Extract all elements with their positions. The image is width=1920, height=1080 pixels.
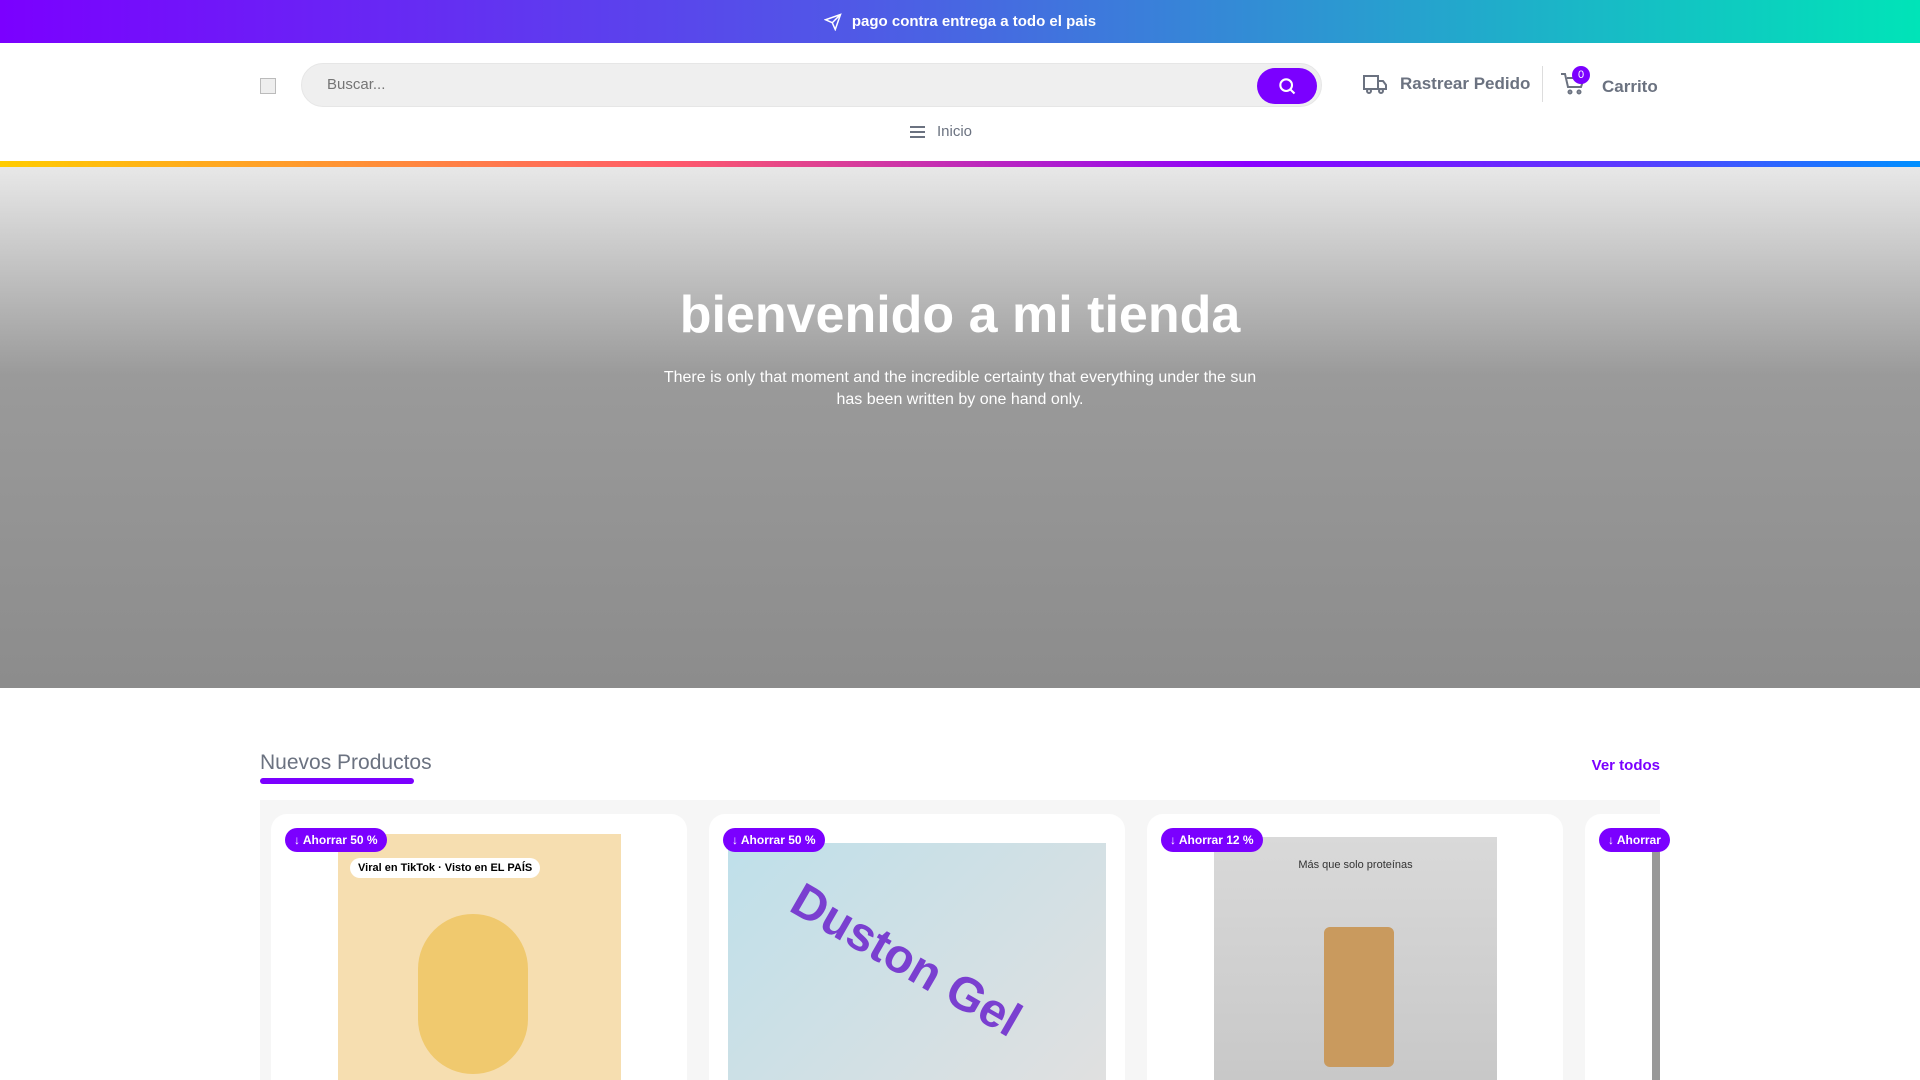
product-image: Duston Gel [728,843,1106,1080]
cart-button[interactable]: 0 Carrito [1560,66,1658,101]
product-card[interactable]: ↓ Ahorrar 12 % Más que solo proteínas [1147,814,1563,1080]
cart-label: Carrito [1602,76,1658,96]
discount-badge: ↓ Ahorrar 50 % [723,828,825,852]
product-card[interactable]: ↓ Ahorrar [1585,814,1670,1080]
product-image: Viral en TikTok · Visto en EL PAÍS [338,834,621,1080]
menu-icon [910,125,925,138]
product-image-caption: Viral en TikTok · Visto en EL PAÍS [350,858,541,878]
truck-icon [1363,75,1387,94]
product-card[interactable]: ↓ Ahorrar 50 % Viral en TikTok · Visto e… [271,814,687,1080]
cart-count-badge: 0 [1572,66,1590,84]
nav-home[interactable]: Inicio [910,123,972,140]
product-card[interactable]: ↓ Ahorrar 50 % Duston Gel [709,814,1125,1080]
header-divider [1542,66,1543,102]
search-icon [1279,78,1296,95]
hero-subtitle: There is only that moment and the incred… [663,369,1257,408]
track-order-label: Rastrear Pedido [1400,74,1531,93]
product-image [1652,834,1660,1080]
product-image: Más que solo proteínas [1214,837,1497,1080]
section-title: Nuevos Productos [260,751,432,774]
hero-title: bienvenido a mi tienda [679,286,1241,344]
paper-plane-icon [823,12,842,31]
see-all-link[interactable]: Ver todos [1592,757,1660,774]
hero-banner: bienvenido a mi tienda There is only tha… [0,167,1920,688]
search-input[interactable] [327,76,1227,93]
announcement-bar: pago contra entrega a todo el pais [0,0,1920,43]
nav-home-label: Inicio [937,123,973,140]
discount-badge: ↓ Ahorrar 12 % [1161,828,1263,852]
product-image-caption: Duston Gel [781,873,1031,1048]
discount-badge: ↓ Ahorrar [1599,828,1670,852]
section-underline [260,778,414,784]
search-bar [301,63,1322,107]
discount-badge: ↓ Ahorrar 50 % [285,828,387,852]
announcement-text: pago contra entrega a todo el pais [851,13,1097,30]
logo[interactable] [260,78,276,94]
product-image-caption: Más que solo proteínas [1298,859,1413,871]
product-carousel: ↓ Ahorrar 50 % Viral en TikTok · Visto e… [260,800,1670,1080]
search-button[interactable] [1257,68,1317,104]
track-order-link[interactable]: Rastrear Pedido [1362,72,1530,96]
